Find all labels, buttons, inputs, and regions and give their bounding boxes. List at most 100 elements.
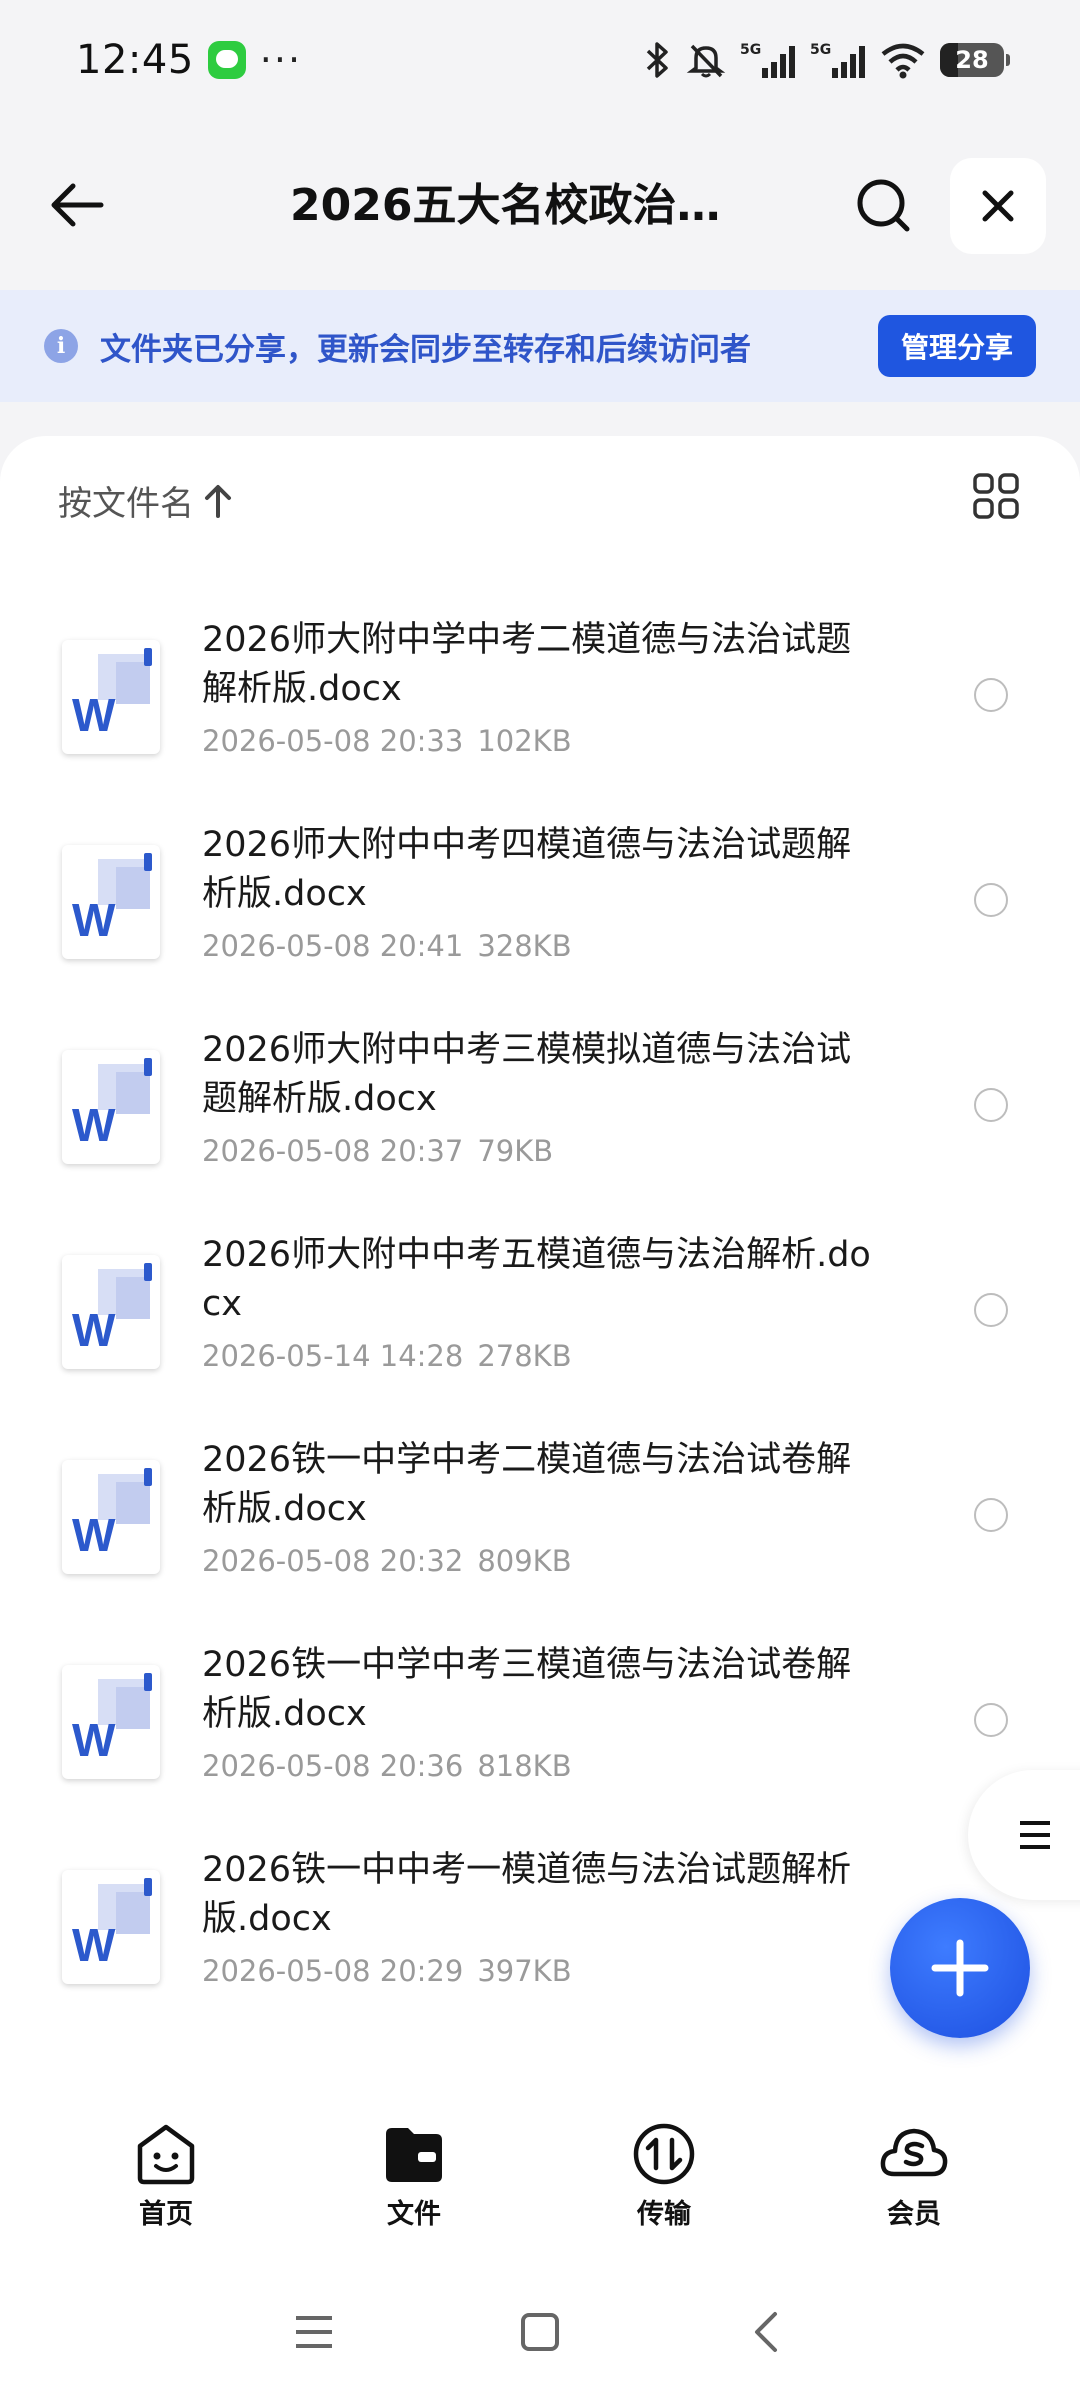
bottom-tab-bar: 首页 文件 传输 会员	[0, 2100, 1080, 2260]
share-banner: i 文件夹已分享，更新会同步至转存和后续访问者 管理分享	[0, 290, 1080, 402]
file-name: 2026师大附中学中考二模道德与法治试题解析版.docx	[202, 620, 852, 709]
battery-icon: 28	[940, 43, 1010, 77]
file-list: W 2026师大附中学中考二模道德与法治试题解析版.docx 2026-05-0…	[0, 616, 1080, 2051]
file-list-card: 按文件名 W 2026师大附中学中考二模道德与法治试题解析版.docx 2026…	[0, 436, 1080, 2100]
wifi-icon	[881, 43, 925, 79]
grid-view-icon	[973, 473, 1019, 519]
select-checkbox[interactable]	[974, 1088, 1008, 1122]
file-date: 2026-05-08 20:41	[202, 929, 464, 963]
file-meta: 2026-05-14 14:28 278KB	[202, 1339, 572, 1373]
signal-5g-icon: 5G	[810, 42, 865, 78]
file-meta: 2026-05-08 20:41 328KB	[202, 929, 572, 963]
status-indicators: 5G 5G 28	[642, 40, 1010, 80]
select-checkbox[interactable]	[974, 883, 1008, 917]
word-doc-icon: W	[62, 1870, 160, 1984]
word-doc-icon: W	[62, 1050, 160, 1164]
file-size: 278KB	[477, 1339, 572, 1373]
add-button[interactable]	[890, 1898, 1030, 2038]
manage-share-button[interactable]: 管理分享	[878, 315, 1036, 377]
back-arrow-icon	[51, 183, 104, 227]
select-checkbox[interactable]	[974, 678, 1008, 712]
battery-level: 28	[955, 46, 989, 74]
search-button[interactable]	[850, 172, 916, 238]
file-row[interactable]: W 2026铁一中学中考三模道德与法治试卷解析版.docx 2026-05-08…	[0, 1641, 1080, 1846]
tab-label: 会员	[887, 2199, 941, 2230]
message-app-icon	[207, 41, 246, 79]
bluetooth-icon	[646, 42, 668, 78]
tab-label: 首页	[139, 2199, 193, 2230]
menu-lines-icon	[296, 2316, 332, 2348]
file-size: 102KB	[477, 724, 572, 758]
select-checkbox[interactable]	[974, 1293, 1008, 1327]
file-date: 2026-05-08 20:33	[202, 724, 464, 758]
file-meta: 2026-05-08 20:32 809KB	[202, 1544, 572, 1578]
plus-icon	[931, 1939, 989, 1997]
file-row[interactable]: W 2026师大附中中考四模道德与法治试题解析版.docx 2026-05-08…	[0, 821, 1080, 1026]
file-row[interactable]: W 2026师大附中学中考二模道德与法治试题解析版.docx 2026-05-0…	[0, 616, 1080, 821]
svg-text:5G: 5G	[740, 42, 761, 58]
file-name: 2026铁一中学中考二模道德与法治试卷解析版.docx	[202, 1440, 852, 1529]
file-row[interactable]: W 2026铁一中学中考二模道德与法治试卷解析版.docx 2026-05-08…	[0, 1436, 1080, 1641]
file-name: 2026铁一中中考一模道德与法治试题解析版.docx	[202, 1850, 852, 1939]
system-back-button[interactable]	[742, 2308, 790, 2356]
svg-text:5G: 5G	[810, 42, 831, 58]
word-doc-icon: W	[62, 1460, 160, 1574]
file-meta: 2026-05-08 20:37 79KB	[202, 1134, 553, 1168]
file-name: 2026师大附中中考四模道德与法治试题解析版.docx	[202, 825, 852, 914]
file-date: 2026-05-08 20:36	[202, 1749, 464, 1783]
vip-cloud-icon	[880, 2128, 948, 2177]
word-doc-icon: W	[62, 845, 160, 959]
select-checkbox[interactable]	[974, 1703, 1008, 1737]
signal-5g-icon: 5G	[740, 42, 795, 78]
file-size: 328KB	[477, 929, 572, 963]
menu-lines-icon	[1020, 1821, 1050, 1849]
file-size: 809KB	[477, 1544, 572, 1578]
back-chevron-icon	[755, 2312, 777, 2352]
mute-bell-icon	[686, 44, 726, 78]
word-doc-icon: W	[62, 1255, 160, 1369]
file-date: 2026-05-08 20:32	[202, 1544, 464, 1578]
file-date: 2026-05-08 20:37	[202, 1134, 464, 1168]
search-icon	[857, 179, 910, 232]
transfer-icon	[633, 2123, 695, 2185]
file-row[interactable]: W 2026师大附中中考五模道德与法治解析.docx 2026-05-14 14…	[0, 1231, 1080, 1436]
share-banner-text: 文件夹已分享，更新会同步至转存和后续访问者	[100, 331, 751, 368]
file-size: 818KB	[477, 1749, 572, 1783]
tab-files[interactable]: 文件	[334, 2122, 494, 2231]
file-size: 397KB	[477, 1954, 572, 1988]
file-name: 2026铁一中学中考三模道德与法治试卷解析版.docx	[202, 1645, 852, 1734]
word-doc-icon: W	[62, 1665, 160, 1779]
tab-label: 文件	[387, 2199, 441, 2230]
file-size: 79KB	[477, 1134, 554, 1168]
tab-vip[interactable]: 会员	[834, 2122, 994, 2231]
status-bar: 12:45 ··· 5G 5G 28	[0, 0, 1080, 120]
square-home-icon	[521, 2313, 559, 2351]
file-date: 2026-05-14 14:28	[202, 1339, 464, 1373]
back-button[interactable]	[44, 172, 110, 238]
system-nav-bar	[0, 2260, 1080, 2400]
sort-label: 按文件名	[58, 484, 194, 524]
more-notifications-icon: ···	[259, 38, 303, 82]
tab-transfer[interactable]: 传输	[584, 2122, 744, 2231]
close-button[interactable]	[950, 158, 1046, 254]
status-time: 12:45	[76, 37, 194, 83]
sort-ascending-icon	[205, 484, 231, 518]
file-name: 2026师大附中中考三模模拟道德与法治试题解析版.docx	[202, 1030, 852, 1119]
recent-apps-button[interactable]	[290, 2308, 338, 2356]
select-checkbox[interactable]	[974, 1498, 1008, 1532]
file-meta: 2026-05-08 20:29 397KB	[202, 1954, 572, 1988]
file-date: 2026-05-08 20:29	[202, 1954, 464, 1988]
file-meta: 2026-05-08 20:33 102KB	[202, 724, 572, 758]
home-face-icon	[137, 2124, 195, 2185]
tab-label: 传输	[637, 2199, 691, 2230]
grid-view-button[interactable]	[972, 472, 1020, 520]
home-button[interactable]	[516, 2308, 564, 2356]
word-doc-icon: W	[62, 640, 160, 754]
file-meta: 2026-05-08 20:36 818KB	[202, 1749, 572, 1783]
close-icon	[982, 190, 1014, 222]
file-row[interactable]: W 2026师大附中中考三模模拟道德与法治试题解析版.docx 2026-05-…	[0, 1026, 1080, 1231]
info-icon: i	[44, 329, 78, 363]
tab-home[interactable]: 首页	[86, 2122, 246, 2231]
folder-icon	[386, 2128, 442, 2182]
sort-selector[interactable]: 按文件名	[58, 476, 232, 525]
